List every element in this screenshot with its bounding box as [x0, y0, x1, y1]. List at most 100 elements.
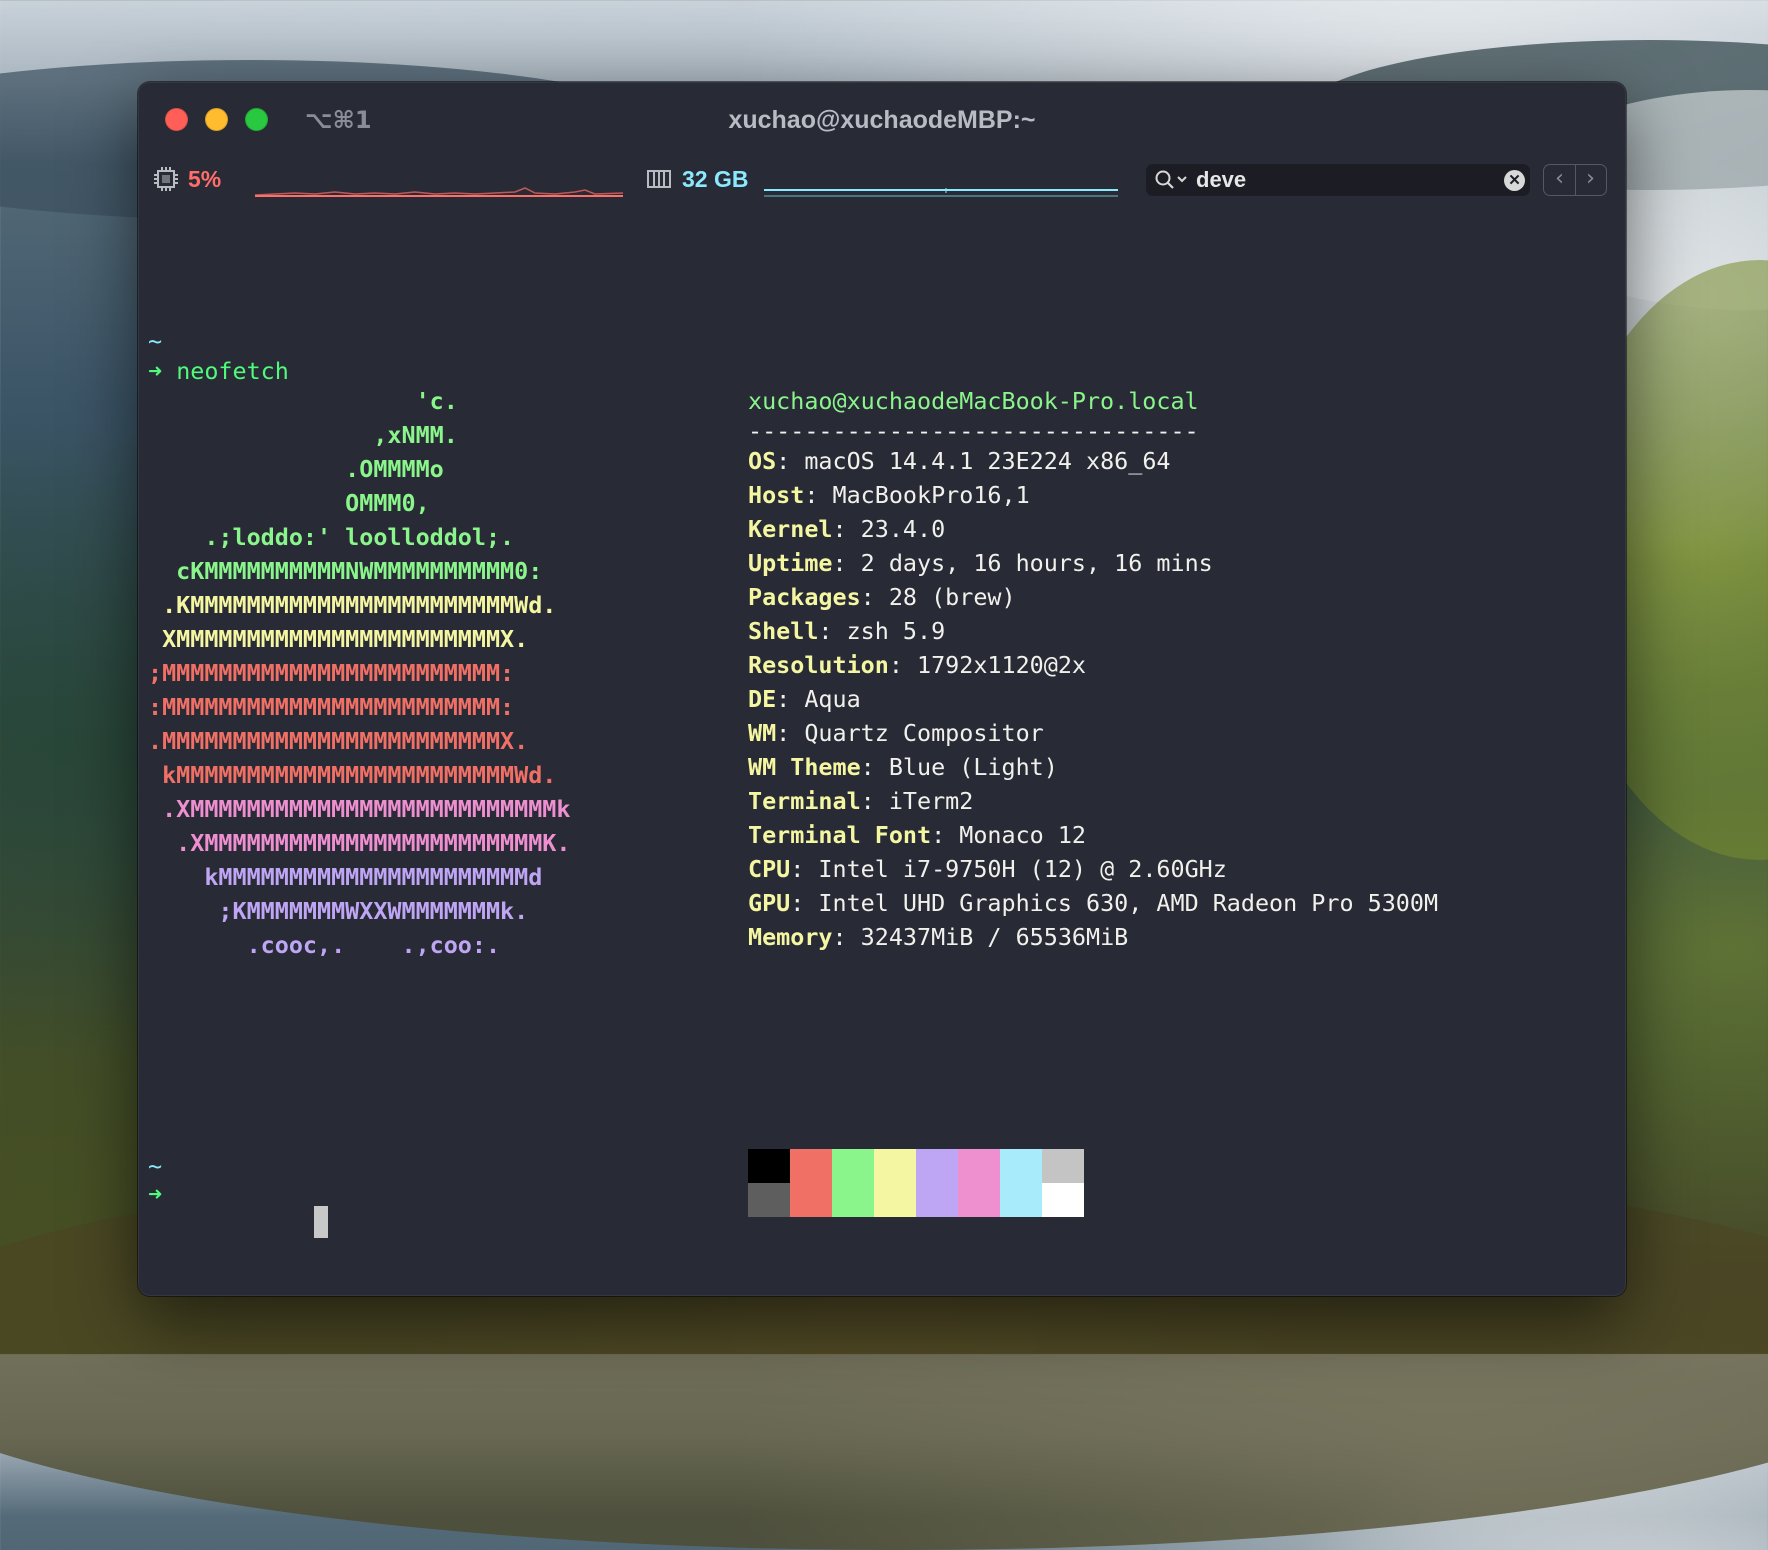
palette-swatch: [958, 1149, 1000, 1183]
logo-line: :MMMMMMMMMMMMMMMMMMMMMMMM:: [148, 693, 515, 721]
logo-line: .OMMMMo: [148, 455, 444, 483]
palette-swatch: [790, 1149, 832, 1183]
info-key: Kernel: [748, 515, 833, 543]
prompt-arrow: ➜: [148, 357, 163, 385]
terminal-output[interactable]: ~ ➜ neofetch 'c. ,xNMM. .OMMMMo OMMM0, .…: [148, 232, 1608, 1272]
info-value: zsh 5.9: [846, 617, 946, 645]
logo-line: .XMMMMMMMMMMMMMMMMMMMMMMMMK.: [148, 829, 571, 857]
cpu-usage-graph: [255, 187, 623, 197]
logo-line: OMMM0,: [148, 489, 430, 517]
logo-line: 'c.: [148, 387, 458, 415]
info-line: Kernel: 23.4.0: [748, 512, 945, 546]
info-colon: :: [776, 719, 805, 747]
logo-line: .;loddo:' loolloddol;.: [148, 523, 515, 551]
palette-swatch: [916, 1183, 958, 1217]
logo-line: kMMMMMMMMMMMMMMMMMMMMMMMMWd.: [148, 761, 557, 789]
info-value: 28 (brew): [888, 583, 1016, 611]
title-bar[interactable]: ⌥⌘1 xuchao@xuchaodeMBP:~: [138, 82, 1626, 156]
memory-usage-graph: [764, 188, 1118, 197]
info-value: Quartz Compositor: [804, 719, 1044, 747]
next-match-button[interactable]: ›: [1575, 165, 1606, 195]
info-colon: :: [776, 685, 805, 713]
info-line: Uptime: 2 days, 16 hours, 16 mins: [748, 546, 1213, 580]
window-title: xuchao@xuchaodeMBP:~: [728, 106, 1036, 134]
prompt-arrow-2: ➜: [148, 1180, 163, 1208]
info-key: Host: [748, 481, 805, 509]
info-value: Blue (Light): [888, 753, 1058, 781]
info-key: WM Theme: [748, 753, 861, 781]
info-key: Terminal Font: [748, 821, 932, 849]
info-colon: :: [804, 481, 833, 509]
search-options-icon[interactable]: [1154, 169, 1190, 191]
info-key: DE: [748, 685, 777, 713]
logo-line: ,xNMM.: [148, 421, 458, 449]
info-value: 1792x1120@2x: [917, 651, 1086, 679]
logo-line: cKMMMMMMMMMMNWMMMMMMMMMM0:: [148, 557, 543, 585]
logo-line: ;KMMMMMMMWXXWMMMMMMMk.: [148, 897, 529, 925]
palette-swatch: [874, 1183, 916, 1217]
palette-swatch: [790, 1183, 832, 1217]
prompt-directory: ~: [148, 327, 163, 355]
info-value: Aqua: [804, 685, 861, 713]
info-colon: :: [776, 447, 805, 475]
terminal-cursor: [314, 1206, 328, 1238]
palette-swatch: [832, 1149, 874, 1183]
logo-line: kMMMMMMMMMMMMMMMMMMMMMMd: [148, 863, 543, 891]
info-key: CPU: [748, 855, 791, 883]
info-line: GPU: Intel UHD Graphics 630, AMD Radeon …: [748, 886, 1438, 920]
info-line: OS: macOS 14.4.1 23E224 x86_64: [748, 444, 1171, 478]
info-line: Shell: zsh 5.9: [748, 614, 945, 648]
info-key: Terminal: [748, 787, 861, 815]
info-value: Intel UHD Graphics 630, AMD Radeon Pro 5…: [818, 889, 1439, 917]
info-line: CPU: Intel i7-9750H (12) @ 2.60GHz: [748, 852, 1227, 886]
info-value: MacBookPro16,1: [832, 481, 1030, 509]
info-value: macOS 14.4.1 23E224 x86_64: [804, 447, 1171, 475]
info-value: Monaco 12: [959, 821, 1086, 849]
info-colon: :: [818, 617, 847, 645]
palette-swatch: [1000, 1183, 1042, 1217]
info-line: WM: Quartz Compositor: [748, 716, 1044, 750]
prompt-line: ➜ neofetch: [148, 354, 289, 388]
palette-swatch: [958, 1183, 1000, 1217]
info-colon: :: [832, 515, 861, 543]
palette-swatch: [874, 1149, 916, 1183]
palette-swatch: [1042, 1183, 1084, 1217]
search-input[interactable]: [1196, 166, 1496, 194]
memory-usage-label: 32 GB: [682, 166, 749, 192]
info-colon: :: [860, 787, 889, 815]
info-colon: :: [860, 753, 889, 781]
info-line: DE: Aqua: [748, 682, 861, 716]
find-bar[interactable]: ✕: [1146, 164, 1530, 196]
info-value: 23.4.0: [860, 515, 946, 543]
palette-swatch: [1042, 1149, 1084, 1183]
terminal-window[interactable]: ⌥⌘1 xuchao@xuchaodeMBP:~ 5% 32 GB deve ✕…: [138, 82, 1626, 1296]
info-line: Terminal: iTerm2: [748, 784, 973, 818]
logo-line: XMMMMMMMMMMMMMMMMMMMMMMMX.: [148, 625, 529, 653]
palette-swatch: [916, 1149, 958, 1183]
logo-line: .cooc,. .,coo:.: [148, 931, 501, 959]
clear-search-icon[interactable]: ✕: [1504, 170, 1525, 191]
info-line: Resolution: 1792x1120@2x: [748, 648, 1086, 682]
memory-icon: [647, 170, 671, 188]
info-value: 32437MiB / 65536MiB: [860, 923, 1129, 951]
info-key: Memory: [748, 923, 833, 951]
info-value: iTerm2: [888, 787, 974, 815]
previous-match-button[interactable]: ‹: [1544, 165, 1576, 195]
info-colon: :: [832, 549, 861, 577]
logo-line: .XMMMMMMMMMMMMMMMMMMMMMMMMMMk: [148, 795, 571, 823]
info-line: Packages: 28 (brew): [748, 580, 1016, 614]
info-key: Uptime: [748, 549, 833, 577]
user-host-header: xuchao@xuchaodeMacBook-Pro.local: [748, 387, 1199, 415]
search-navigation: ‹ ›: [1543, 164, 1607, 196]
info-colon: :: [931, 821, 960, 849]
info-line: Host: MacBookPro16,1: [748, 478, 1030, 512]
cpu-icon: [154, 167, 178, 191]
info-line: WM Theme: Blue (Light): [748, 750, 1058, 784]
info-colon: :: [860, 583, 889, 611]
logo-line: .MMMMMMMMMMMMMMMMMMMMMMMMX.: [148, 727, 529, 755]
command-text: neofetch: [176, 357, 289, 385]
info-colon: :: [790, 889, 819, 917]
info-key: OS: [748, 447, 777, 475]
info-key: Packages: [748, 583, 861, 611]
logo-line: ;MMMMMMMMMMMMMMMMMMMMMMMM:: [148, 659, 515, 687]
